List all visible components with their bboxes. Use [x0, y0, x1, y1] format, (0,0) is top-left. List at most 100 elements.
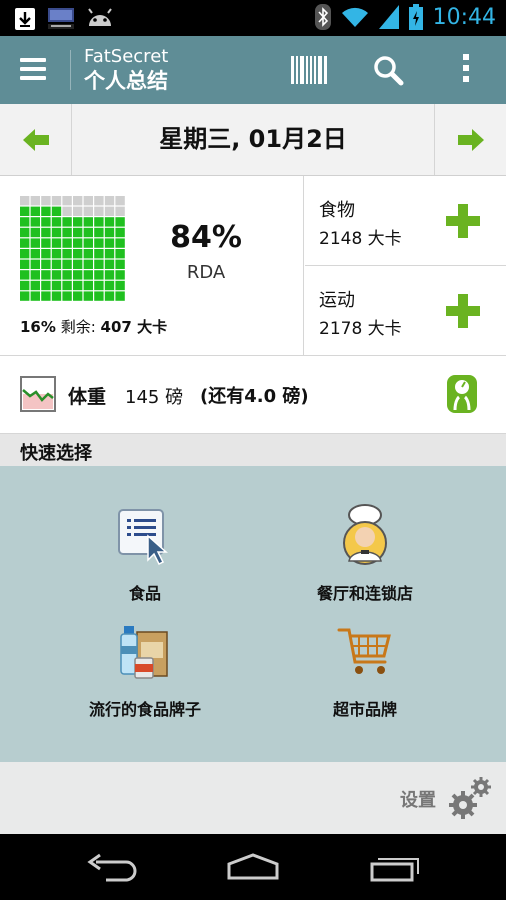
grocery-products-icon: [120, 626, 168, 679]
remaining-label: 剩余:: [60, 318, 96, 336]
rda-grid-cell: [94, 217, 104, 227]
exercise-cell[interactable]: 运动 2178 大卡: [305, 266, 506, 356]
clock: 10:44: [432, 4, 496, 30]
rda-grid-cell: [94, 196, 104, 206]
rda-grid-cell: [51, 291, 62, 301]
rda-grid-cell: [83, 227, 93, 238]
rda-grid-cell: [104, 291, 115, 301]
back-icon[interactable]: [86, 852, 142, 882]
rda-label: RDA: [186, 262, 226, 283]
weight-row[interactable]: 体重 145 磅 (还有4.0 磅): [0, 356, 506, 434]
rda-grid-cell: [104, 196, 115, 206]
battery-icon: [408, 4, 423, 30]
barcode-icon[interactable]: [291, 56, 327, 84]
rda-grid-cell: [62, 227, 72, 238]
rda-grid-cell: [73, 270, 83, 280]
chef-icon: [343, 504, 387, 565]
rda-grid-cell: [115, 280, 125, 291]
rda-grid-cell: [30, 270, 40, 280]
quick-select-restaurants-label: 餐厅和连锁店: [316, 584, 413, 603]
rda-grid-cell: [51, 238, 62, 248]
rda-grid-cell: [94, 249, 104, 259]
quick-select-title: 快速选择: [20, 443, 92, 464]
rda-grid-cell: [115, 206, 125, 216]
recent-apps-icon[interactable]: [368, 852, 424, 882]
rda-grid-cell: [83, 206, 93, 216]
rda-grid-cell: [20, 238, 30, 248]
date-navigator: 星期三, 01月2日: [0, 104, 506, 176]
rda-grid-cell: [62, 206, 72, 216]
rda-grid-cell: [104, 259, 115, 269]
exercise-value: 2178 大卡: [319, 319, 402, 339]
rda-grid-cell: [41, 249, 51, 259]
menu-icon[interactable]: [20, 58, 46, 80]
rda-grid-cell: [51, 280, 62, 291]
previous-day-button[interactable]: [0, 104, 72, 175]
overflow-menu-icon[interactable]: [462, 54, 470, 88]
rda-grid-cell: [41, 291, 51, 301]
rda-grid-cell: [83, 249, 93, 259]
weight-label: 体重: [68, 386, 107, 408]
scale-icon[interactable]: [446, 374, 478, 414]
rda-grid-cell: [51, 206, 62, 216]
summary-panel: 84% RDA 16% 剩余: 407 大卡 食物 2148 大卡 运动 217…: [0, 176, 506, 356]
quick-select-foods[interactable]: 食品: [45, 506, 245, 616]
exercise-title: 运动: [319, 290, 355, 311]
rda-grid-cell: [94, 291, 104, 301]
rda-grid-cell: [20, 196, 30, 206]
quick-select-restaurants[interactable]: 餐厅和连锁店: [265, 500, 465, 610]
gear-icon[interactable]: [448, 774, 494, 820]
quick-select-supermarket-brands[interactable]: 超市品牌: [265, 622, 465, 732]
food-list-icon: [118, 509, 168, 566]
add-exercise-icon[interactable]: [446, 294, 480, 328]
quick-select-popular-brands-label: 流行的食品牌子: [88, 700, 201, 719]
rda-grid-cell: [115, 259, 125, 269]
rda-grid-cell: [20, 259, 30, 269]
rda-grid-cell: [73, 259, 83, 269]
rda-grid-cell: [41, 217, 51, 227]
rda-grid-cell: [104, 227, 115, 238]
rda-grid-cell: [30, 206, 40, 216]
weight-remaining: (还有4.0 磅): [200, 386, 309, 407]
shopping-cart-icon: [337, 628, 391, 674]
navigation-bar: [0, 834, 506, 900]
home-icon[interactable]: [225, 852, 281, 882]
next-day-button[interactable]: [434, 104, 506, 175]
rda-grid-cell: [30, 238, 40, 248]
bluetooth-icon: [314, 4, 331, 30]
quick-select-popular-brands[interactable]: 流行的食品牌子: [45, 622, 245, 732]
rda-progress-grid: [20, 196, 125, 301]
rda-grid-cell: [30, 259, 40, 269]
quick-select-panel: 食品 餐厅和连锁店 流行的食品牌子 超市品牌: [0, 466, 506, 762]
food-cell[interactable]: 食物 2148 大卡: [305, 176, 506, 266]
search-icon[interactable]: [372, 54, 404, 86]
rda-grid-cell: [83, 291, 93, 301]
settings-bar[interactable]: 设置: [0, 762, 506, 834]
rda-grid-cell: [30, 227, 40, 238]
arrow-right-icon: [457, 128, 484, 151]
app-name: FatSecret: [84, 46, 169, 67]
divider: [70, 50, 71, 90]
rda-percent: 84%: [170, 220, 242, 255]
rda-grid-cell: [62, 217, 72, 227]
rda-grid-cell: [41, 238, 51, 248]
settings-label: 设置: [400, 790, 436, 811]
rda-grid-cell: [115, 238, 125, 248]
rda-grid-cell: [41, 227, 51, 238]
add-food-icon[interactable]: [446, 204, 480, 238]
rda-cell[interactable]: 84% RDA 16% 剩余: 407 大卡: [0, 176, 304, 356]
arrow-left-icon: [22, 128, 49, 151]
rda-grid-cell: [83, 270, 93, 280]
quick-select-header: 快速选择: [0, 434, 506, 466]
rda-grid-cell: [51, 270, 62, 280]
date-label[interactable]: 星期三, 01月2日: [72, 104, 434, 175]
rda-grid-cell: [30, 249, 40, 259]
remaining-summary: 16% 剩余: 407 大卡: [20, 316, 167, 337]
rda-grid-cell: [73, 206, 83, 216]
rda-grid-cell: [73, 238, 83, 248]
status-bar: 10:44: [0, 0, 506, 36]
rda-grid-cell: [73, 217, 83, 227]
rda-grid-cell: [94, 206, 104, 216]
rda-grid-cell: [20, 270, 30, 280]
rda-grid-cell: [20, 227, 30, 238]
